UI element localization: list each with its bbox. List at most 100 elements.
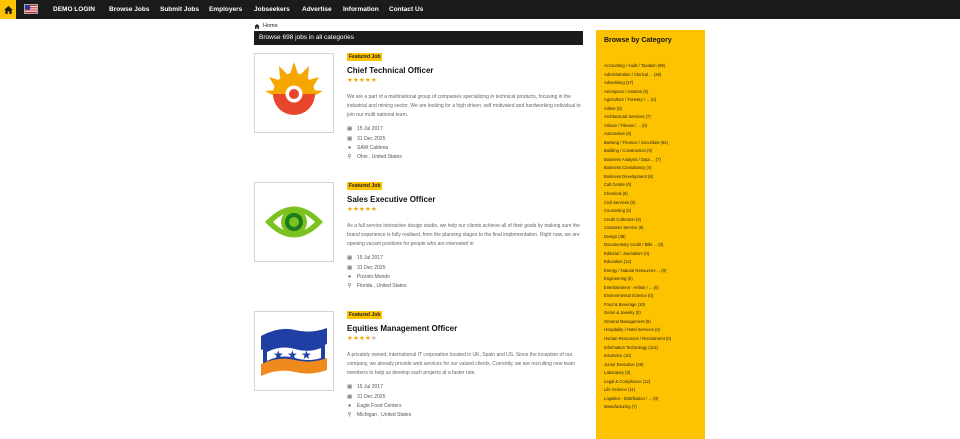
category-link[interactable]: Advertising (27) [604,79,671,88]
category-link[interactable]: Environmental Science (0) [604,292,671,301]
category-link[interactable]: Business Analysis / Data ... (7) [604,156,671,165]
company-logo[interactable] [254,182,334,262]
category-link[interactable]: Artisan / Fitness / ... (0) [604,122,671,131]
breadcrumb: Home [254,22,278,30]
category-link[interactable]: Manufacturing (7) [604,403,671,412]
home-button[interactable] [0,0,16,19]
featured-badge: Featured Job [347,53,383,61]
category-link[interactable]: Logistics - Distribution / ... (0) [604,395,671,404]
job-listing: ★ ★ ★ Featured Job Equities Management O… [254,311,584,426]
calendar-icon: ▦ [347,126,353,132]
home-icon [3,5,13,14]
category-link[interactable]: Administration / Clerical ... (28) [604,71,671,80]
svg-text:★: ★ [287,348,298,362]
category-link[interactable]: Information Technology (113) [604,344,671,353]
breadcrumb-home-link[interactable]: Home [263,23,278,29]
posted-date: ▦ 15 Jul 2017 [347,384,383,390]
job-title-link[interactable]: Equities Management Officer [347,324,457,333]
company-name: ● Eagle Food Centers [347,403,402,409]
category-link[interactable]: Architectural Services (7) [604,113,671,122]
star-icon: ★ [371,77,377,84]
company-name: ● SAW Calderia [347,145,389,151]
category-link[interactable]: Gems & Jewelry (0) [604,309,671,318]
user-icon: ● [347,145,352,151]
category-link[interactable]: Legal & Compliance (12) [604,378,671,387]
featured-badge: Featured Job [347,182,383,190]
category-link[interactable]: Life Science (11) [604,386,671,395]
category-link[interactable]: Entertainment - Artiste / ... (0) [604,284,671,293]
nav-employers[interactable]: Employers [209,0,242,19]
category-link[interactable]: Building / Construction (0) [604,147,671,156]
category-link[interactable]: Energy / Natural Resources ... (0) [604,267,671,276]
star-icon: ★ [371,335,377,342]
job-title-link[interactable]: Sales Executive Officer [347,195,436,204]
category-link[interactable]: Laboratory (0) [604,369,671,378]
category-link[interactable]: Banking / Finance / Securities (62) [604,139,671,148]
sun-logo-icon [265,62,323,115]
nav-advertise[interactable]: Advertise [302,0,332,19]
company-logo[interactable]: ★ ★ ★ [254,311,334,391]
calendar-icon: ▦ [347,136,353,142]
calendar-icon: ▦ [347,255,353,261]
job-listing: Featured Job Chief Technical Officer ★ ★ ★… [254,53,584,168]
posted-date: ▦ 15 Jul 2017 [347,255,383,261]
expiry-date: ▦ 31 Dec 2025 [347,394,386,400]
calendar-icon: ▦ [347,384,353,390]
job-description: A privately owned, international IT corp… [347,352,575,376]
eye-logo-icon [265,206,323,238]
category-link[interactable]: Call Centre (0) [604,181,671,190]
company-logo[interactable] [254,53,334,133]
us-flag-icon[interactable] [24,4,38,14]
category-link[interactable]: Junior Executive (28) [604,361,671,370]
category-link[interactable]: Agriculture / Forestry / ... (0) [604,96,671,105]
map-marker-icon: ⚲ [347,283,352,289]
map-marker-icon: ⚲ [347,412,352,418]
category-link[interactable]: Insurance (10) [604,352,671,361]
flag-banner-logo-icon: ★ ★ ★ [261,328,327,376]
category-link[interactable]: Hospitality / Hotel Services (0) [604,326,671,335]
job-location: ⚲ Ohio , United States [347,154,402,160]
category-link[interactable]: Chemical (0) [604,190,671,199]
category-link[interactable]: Aerospace / Aviation (0) [604,88,671,97]
category-link[interactable]: Automotive (0) [604,130,671,139]
top-navigation-bar: DEMO LOGIN Browse Jobs Submit Jobs Emplo… [0,0,960,19]
category-link[interactable]: Education (12) [604,258,671,267]
sidebar-title: Browse by Category [604,37,672,44]
category-link[interactable]: Credit Collection (0) [604,216,671,225]
category-link[interactable]: Counseling (0) [604,207,671,216]
category-link[interactable]: Business Development (8) [604,173,671,182]
expiry-date: ▦ 31 Dec 2025 [347,136,386,142]
category-link[interactable]: Accounting / Audit / Taxation (69) [604,62,671,71]
job-description: As a full service interactive design stu… [347,223,580,247]
user-icon: ● [347,274,352,280]
nav-demo-login[interactable]: DEMO LOGIN [53,0,95,19]
category-link[interactable]: Civil Services (0) [604,199,671,208]
category-link[interactable]: Editorial / Journalism (0) [604,250,671,259]
category-link[interactable]: General Management (9) [604,318,671,327]
category-link[interactable]: Business Consultancy (4) [604,164,671,173]
category-link[interactable]: Food & Beverage (10) [604,301,671,310]
nav-contact-us[interactable]: Contact Us [389,0,423,19]
rating-stars: ★ ★ ★ ★ ★ [347,206,377,213]
category-link[interactable]: Documentary Credit / Bills ... (0) [604,241,671,250]
nav-browse-jobs[interactable]: Browse Jobs [109,0,149,19]
category-link[interactable]: Airline (0) [604,105,671,114]
map-marker-icon: ⚲ [347,154,352,160]
user-icon: ● [347,403,352,409]
svg-text:★: ★ [301,348,312,362]
job-location: ⚲ Florida , United States [347,283,407,289]
home-icon [254,23,260,29]
nav-information[interactable]: Information [343,0,379,19]
rating-stars: ★ ★ ★ ★ ★ [347,77,377,84]
rating-stars: ★ ★ ★ ★ ★ [347,335,377,342]
category-link[interactable]: Human Resources / Recruitment (0) [604,335,671,344]
nav-submit-jobs[interactable]: Submit Jobs [160,0,199,19]
category-link[interactable]: Engineering (0) [604,275,671,284]
job-title-link[interactable]: Chief Technical Officer [347,66,434,75]
job-listing: Featured Job Sales Executive Officer ★ ★ ★… [254,182,584,297]
category-link[interactable]: Design (48) [604,233,671,242]
category-link[interactable]: Customer Service (9) [604,224,671,233]
nav-jobseekers[interactable]: Jobseekers [254,0,290,19]
page-heading: Browse 698 jobs in all categories [254,31,583,45]
svg-text:★: ★ [273,348,284,362]
